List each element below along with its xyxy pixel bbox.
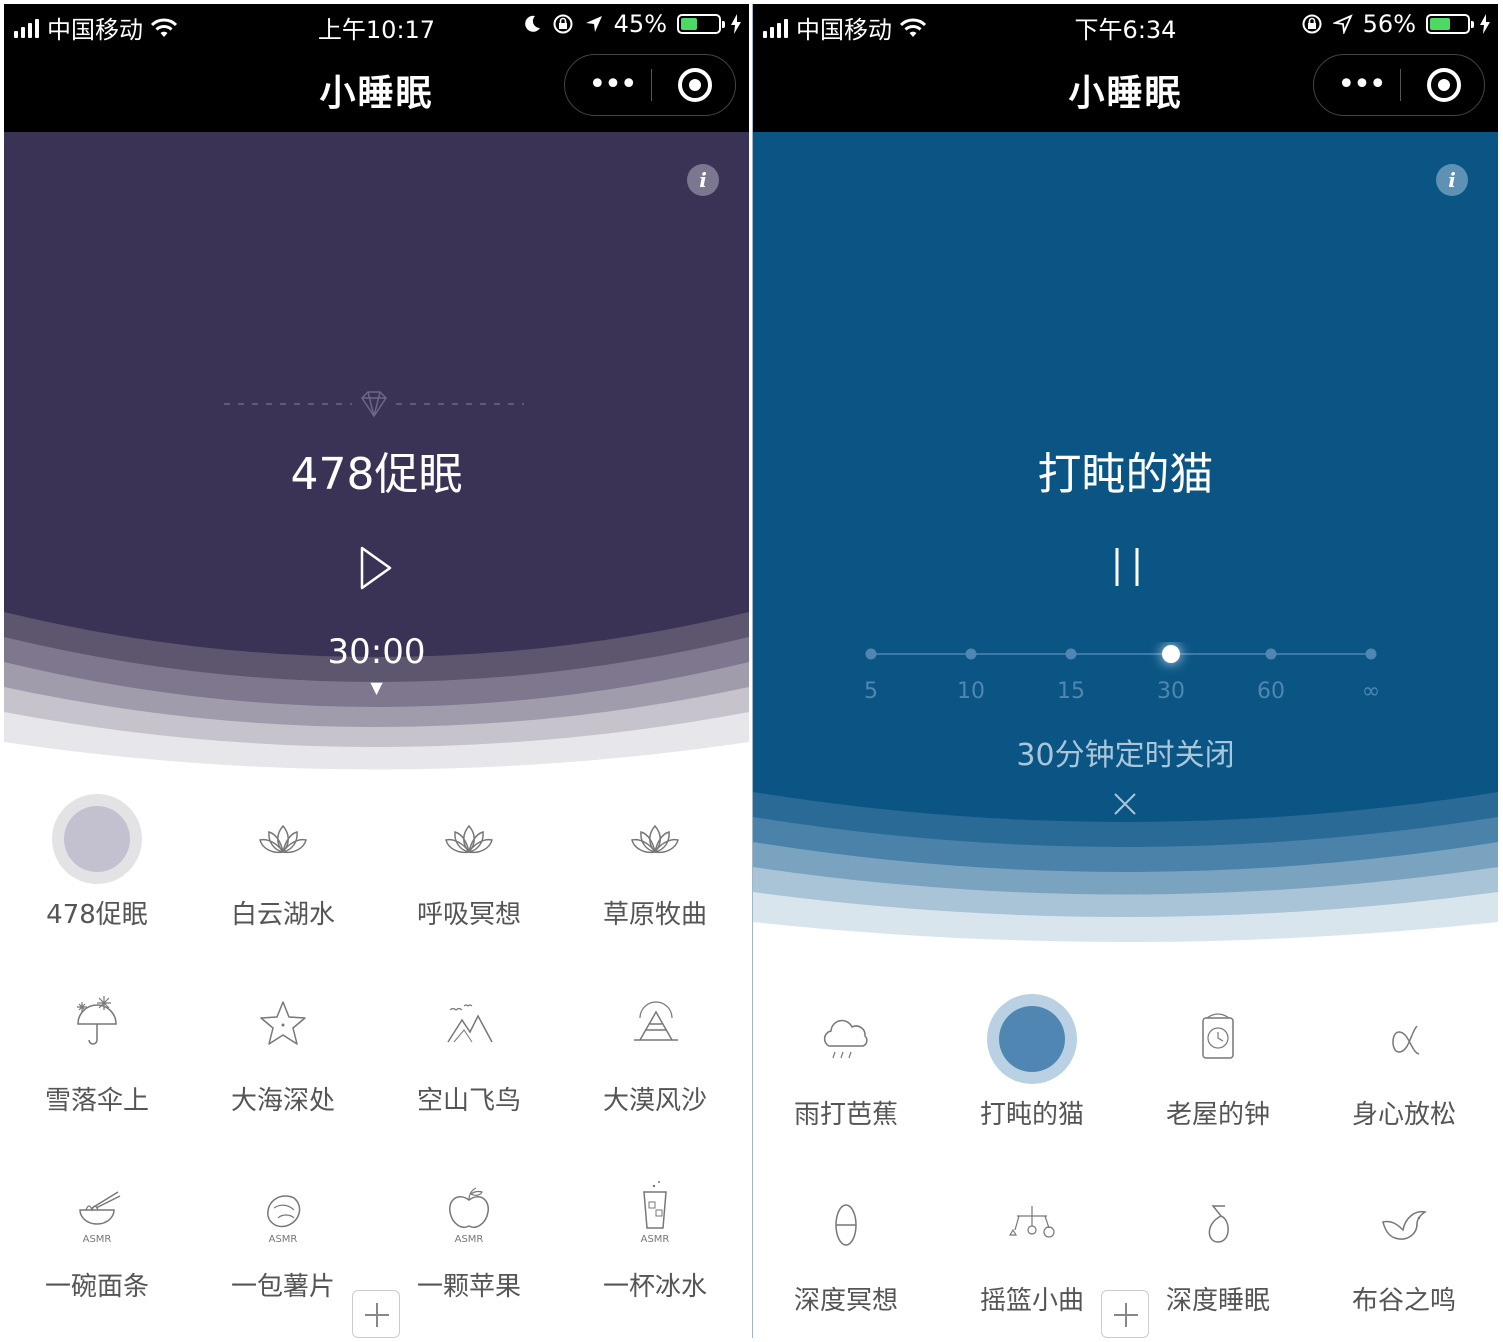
- mini-program-capsule: •••: [1313, 54, 1485, 116]
- charging-icon: [1480, 14, 1490, 34]
- starfish-icon: [238, 980, 328, 1070]
- app-screen-left: 中国移动 上午10:17 45% 小睡眠 ••• i 478促眠 30:00 ▼…: [4, 4, 749, 1338]
- slider-tick-label: 10: [957, 679, 985, 704]
- now-playing-title: 478促眠: [290, 449, 463, 500]
- capsule-divider: [651, 69, 652, 101]
- snow-umbrella-icon: [52, 980, 142, 1070]
- svg-text:ASMR: ASMR: [455, 1234, 484, 1245]
- mountain-bird-icon: [424, 980, 514, 1070]
- status-bar: 中国移动 上午10:17 45%: [4, 4, 749, 46]
- sound-item-label: 大海深处: [230, 1086, 335, 1116]
- wave-decoration: [753, 792, 1498, 962]
- location-icon: [585, 16, 602, 32]
- sound-item-label: 老屋的钟: [1165, 1100, 1270, 1130]
- timer-slider[interactable]: 5 10 15 30 60 ∞: [863, 642, 1383, 722]
- sound-item-label: 一碗面条: [44, 1272, 149, 1302]
- title-bar: 小睡眠 •••: [753, 46, 1498, 132]
- sound-item-label: 布谷之鸣: [1351, 1286, 1456, 1316]
- player-hero: i 478促眠 30:00 ▼: [4, 132, 749, 782]
- lotus-icon: [424, 794, 514, 884]
- add-sound-button[interactable]: [352, 1290, 400, 1338]
- more-button[interactable]: •••: [1336, 67, 1386, 103]
- svg-text:ASMR: ASMR: [641, 1234, 670, 1245]
- sound-item-label: 478促眠: [46, 900, 148, 930]
- mini-program-capsule: •••: [564, 54, 736, 116]
- svg-text:ASMR: ASMR: [269, 1234, 298, 1245]
- sound-item-label: 雪落伞上: [44, 1086, 149, 1116]
- close-mini-program-button[interactable]: [1427, 68, 1461, 102]
- selected-indicator: [52, 794, 142, 884]
- sound-item-label: 一包薯片: [230, 1272, 335, 1302]
- sound-item-label: 呼吸冥想: [416, 900, 521, 930]
- diamond-divider-icon: [224, 391, 524, 418]
- battery-icon: [677, 14, 725, 34]
- sound-item-label: 大漠风沙: [602, 1086, 707, 1116]
- alpha-icon: [1359, 994, 1449, 1084]
- svg-text:ASMR: ASMR: [83, 1234, 112, 1245]
- location-icon: [1332, 14, 1353, 34]
- mobile-toy-icon: [987, 1180, 1077, 1270]
- sound-item-label: 草原牧曲: [602, 900, 707, 930]
- battery-percent: 45%: [613, 10, 667, 38]
- sound-item-label: 雨打芭蕉: [793, 1100, 898, 1130]
- app-screen-right: 中国移动 下午6:34 56% 小睡眠 ••• i 打盹的猫 5 10 15 30 60…: [752, 4, 1498, 1338]
- sound-item-label: 深度睡眠: [1165, 1286, 1270, 1316]
- slider-tick-label: 15: [1057, 679, 1085, 704]
- slider-handle[interactable]: [1162, 645, 1180, 663]
- timer-dropdown-icon[interactable]: ▼: [4, 678, 749, 697]
- rotation-lock-icon: [1302, 14, 1322, 34]
- sound-item-label: 打盹的猫: [979, 1100, 1084, 1130]
- pause-button[interactable]: [1109, 546, 1145, 588]
- sound-item-label: 空山飞鸟: [416, 1086, 521, 1116]
- slider-tick-label: 5: [864, 679, 878, 704]
- rotation-lock-icon: [553, 14, 573, 34]
- timer-display[interactable]: 30:00: [4, 632, 749, 672]
- charging-icon: [731, 14, 741, 34]
- bird-icon: [1359, 1180, 1449, 1270]
- battery-icon: [1426, 14, 1474, 34]
- more-button[interactable]: •••: [587, 67, 637, 103]
- slider-tick-label: ∞: [1362, 679, 1380, 704]
- lotus-icon: [238, 794, 328, 884]
- sound-item-label: 一杯冰水: [602, 1272, 707, 1302]
- sound-item-label: 深度冥想: [793, 1286, 898, 1316]
- info-icon[interactable]: i: [687, 164, 719, 196]
- moon-icon: [524, 15, 540, 32]
- lotus-icon: [610, 794, 700, 884]
- close-mini-program-button[interactable]: [678, 68, 712, 102]
- chips-icon: ASMR: [238, 1166, 328, 1256]
- slider-tick[interactable]: [1065, 648, 1077, 660]
- theta-icon: [801, 1180, 891, 1270]
- slider-tick[interactable]: [965, 648, 977, 660]
- selected-indicator: [987, 994, 1077, 1084]
- title-bar: 小睡眠 •••: [4, 46, 749, 132]
- slider-tick[interactable]: [1365, 648, 1377, 660]
- slider-tick[interactable]: [1265, 648, 1277, 660]
- status-bar: 中国移动 下午6:34 56%: [753, 4, 1498, 46]
- apple-icon: ASMR: [424, 1166, 514, 1256]
- sound-item-label: 摇篮小曲: [979, 1286, 1084, 1316]
- sound-item-label: 白云湖水: [230, 900, 335, 930]
- info-icon[interactable]: i: [1436, 164, 1468, 196]
- slider-tick-label: 30: [1157, 679, 1185, 704]
- noodle-bowl-icon: ASMR: [52, 1166, 142, 1256]
- ice-water-icon: ASMR: [610, 1166, 700, 1256]
- delta-icon: [1173, 1180, 1263, 1270]
- capsule-divider: [1400, 69, 1401, 101]
- player-hero: i 打盹的猫 5 10 15 30 60 ∞ 30分钟定时关闭: [753, 132, 1498, 962]
- slider-tick-label: 60: [1257, 679, 1285, 704]
- desert-icon: [610, 980, 700, 1070]
- slider-tick[interactable]: [865, 648, 877, 660]
- rain-cloud-icon: [801, 994, 891, 1084]
- clock-icon: [1173, 994, 1263, 1084]
- battery-percent: 56%: [1362, 10, 1416, 38]
- sound-item-label: 身心放松: [1351, 1100, 1456, 1130]
- now-playing-title: 打盹的猫: [1037, 449, 1214, 500]
- sound-item-label: 一颗苹果: [416, 1272, 521, 1302]
- add-sound-button[interactable]: [1101, 1290, 1149, 1338]
